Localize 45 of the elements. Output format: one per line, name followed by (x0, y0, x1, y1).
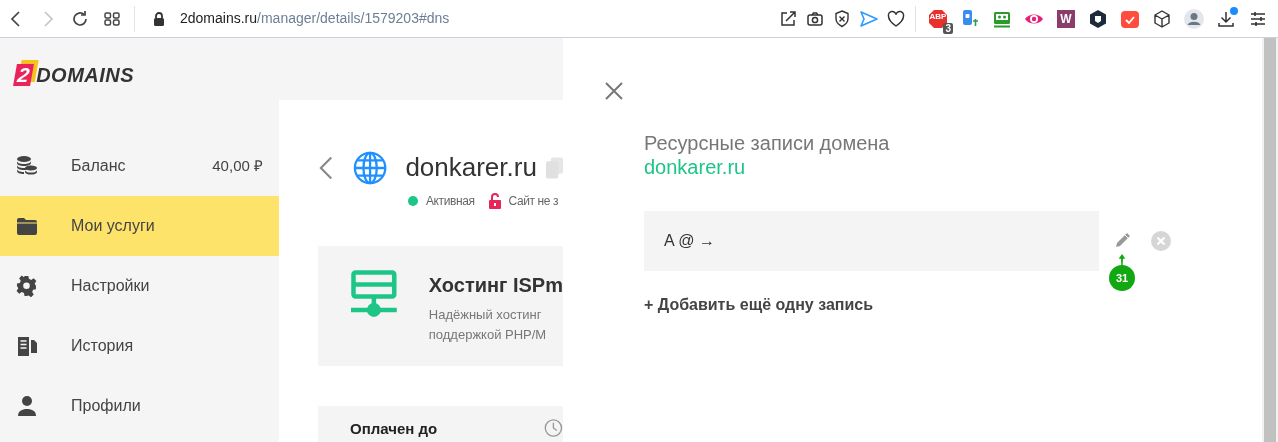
service-description: Надёжный хостинг (428, 306, 543, 324)
calendar-icon (1120, 8, 1140, 29)
clock-icon (544, 417, 563, 439)
sidebar-item[interactable]: Баланс 40,00 ₽ (0, 136, 279, 196)
count-badge: 3 (943, 22, 953, 34)
sidebar-item[interactable]: Профили (0, 376, 279, 436)
status-label: Сайт не з (508, 193, 559, 210)
globe-icon (353, 149, 388, 186)
icon-letter: ABP (929, 12, 947, 21)
domain-title: donkarer.ru (405, 151, 537, 184)
service-description: поддержкой PHP/M (428, 326, 548, 344)
server-icon (351, 270, 397, 318)
letter-button[interactable]: W (1050, 3, 1082, 34)
coins-icon (16, 155, 38, 177)
adblock-button[interactable]: ABP 3 (922, 3, 954, 34)
add-record-link[interactable]: + Добавить ещё одну запись (644, 293, 874, 317)
x-circle-icon (1151, 231, 1171, 251)
logo[interactable]: 2 DOMAINS (15, 60, 135, 90)
unlocked-icon (488, 193, 501, 209)
status-label: Активная (426, 193, 475, 210)
cube-icon (1152, 8, 1172, 29)
icon-letter: W (1060, 12, 1072, 25)
avatar-icon (1184, 8, 1204, 29)
service-title: Хостинг ISPm (428, 273, 563, 298)
lock-icon (153, 11, 165, 26)
back-icon[interactable] (318, 154, 334, 181)
folder-icon (16, 215, 38, 237)
hexagon-icon (1088, 8, 1108, 29)
address-bar[interactable]: 2domains.ru/manager/details/1579203#dns (180, 8, 450, 29)
payment-label: Оплачен до (350, 419, 438, 439)
reload-icon (70, 8, 90, 29)
annotation-arrow (1116, 254, 1128, 266)
user-icon (16, 395, 38, 417)
settings-icon (16, 275, 38, 297)
annotation-badge: 31 (1109, 265, 1135, 291)
sidebar-item[interactable]: Настройки (0, 256, 279, 316)
record-field[interactable]: A @ → (644, 211, 1099, 271)
sidebar-item[interactable]: История (0, 316, 279, 376)
panel-title: Ресурсные записи домена (644, 131, 891, 155)
balance-amount: 40,00 ₽ (212, 155, 263, 176)
adblock-icon (928, 8, 948, 29)
sidebar-item[interactable]: Мои услуги (0, 196, 279, 256)
scrollbar[interactable] (1262, 38, 1278, 442)
document-icon (16, 335, 38, 357)
status-dot (408, 196, 418, 206)
